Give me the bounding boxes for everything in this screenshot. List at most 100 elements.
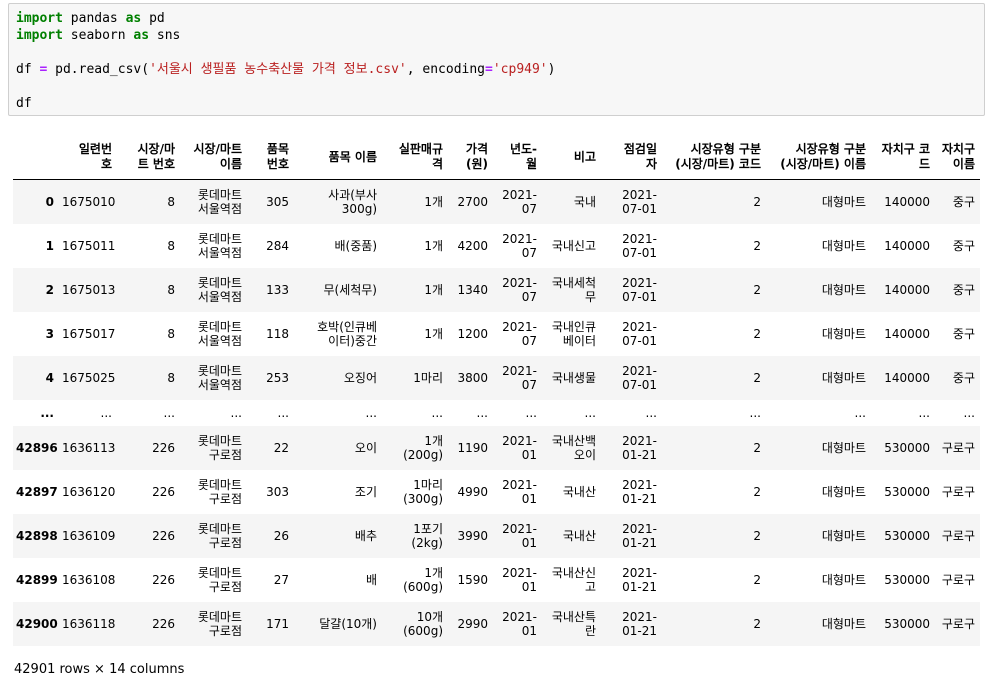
table-cell: 226 bbox=[152, 528, 175, 543]
table-cell: 2021- 07 bbox=[502, 319, 537, 348]
table-cell: 대형마트 bbox=[821, 194, 866, 209]
table-cell: 2021- 07-01 bbox=[622, 363, 657, 392]
table-cell: 26 bbox=[273, 528, 289, 543]
code-cell-input[interactable]: import pandas as pd import seaborn as sns… bbox=[8, 3, 985, 116]
table-cell: 2021- 01-21 bbox=[622, 565, 657, 594]
table-cell: 오징어 bbox=[343, 370, 377, 385]
code-token: sns bbox=[149, 28, 181, 43]
table-cell: 133 bbox=[266, 282, 289, 297]
table-cell: 대형마트 bbox=[821, 440, 866, 455]
table-cell: 롯데마트 서울역점 bbox=[197, 363, 242, 392]
table-cell: 2021- 07 bbox=[502, 231, 537, 260]
table-cell: 대형마트 bbox=[821, 238, 866, 253]
table-cell: 530000 bbox=[884, 528, 930, 543]
table-cell: ... bbox=[163, 405, 175, 420]
table-row: 0 1675010 8 롯데마트 서울역점 305 사과(부사 300g) 1개 2700 2021… bbox=[13, 179, 980, 224]
dataframe-table: 일련번 호 시장/마 트 번호 시장/마트 이름 품목 번호 품목 이름 실판매규 격 가격 (원) 년도… bbox=[13, 135, 980, 646]
table-cell: ... bbox=[277, 405, 289, 420]
table-cell: ... bbox=[645, 405, 657, 420]
table-cell: ... bbox=[749, 405, 761, 420]
code-line: import seaborn as sns bbox=[16, 27, 555, 44]
table-cell: 국내신고 bbox=[551, 238, 596, 253]
table-cell: ... bbox=[476, 405, 488, 420]
table-cell: 중구 bbox=[952, 194, 975, 209]
table-cell: 2021- 01 bbox=[502, 609, 537, 638]
table-cell: 2 bbox=[753, 440, 761, 455]
table-cell: 1마리 (300g) bbox=[403, 477, 443, 506]
table-cell: 배(중품) bbox=[334, 238, 377, 253]
table-cell: 대형마트 bbox=[821, 528, 866, 543]
table-cell: 1개 (600g) bbox=[403, 565, 443, 594]
table-cell: 530000 bbox=[884, 484, 930, 499]
table-cell: 305 bbox=[266, 194, 289, 209]
table-cell: 2021- 07-01 bbox=[622, 187, 657, 216]
column-header: 시장유형 구분 (시장/마트) 이름 bbox=[766, 135, 871, 180]
table-cell: 226 bbox=[152, 484, 175, 499]
column-header: 실판매규 격 bbox=[382, 135, 448, 180]
row-index: ... bbox=[40, 405, 54, 420]
table-cell: 303 bbox=[266, 484, 289, 499]
table-cell: 국내인큐 베이터 bbox=[551, 319, 596, 348]
table-cell: 롯데마트 구로점 bbox=[197, 433, 242, 462]
table-row: 3 1675017 8 롯데마트 서울역점 118 호박(인큐베 이터)중간 1개 1200 202… bbox=[13, 312, 980, 356]
table-cell: 롯데마트 서울역점 bbox=[197, 275, 242, 304]
table-cell: 1636113 bbox=[62, 440, 116, 455]
table-cell: 8 bbox=[167, 370, 175, 385]
table-cell: 2021- 07-01 bbox=[622, 231, 657, 260]
row-index: 42899 bbox=[16, 572, 58, 587]
table-cell: 1개 bbox=[424, 194, 443, 209]
code-editor[interactable]: import pandas as pd import seaborn as sns… bbox=[16, 10, 555, 112]
table-cell: 140000 bbox=[884, 282, 930, 297]
table-cell: 오이 bbox=[354, 440, 377, 455]
dataframe-shape-text: 42901 rows × 14 columns bbox=[14, 662, 185, 677]
column-header: 자치구 코드 bbox=[871, 135, 935, 180]
table-cell: 1개 bbox=[424, 238, 443, 253]
table-cell: 140000 bbox=[884, 194, 930, 209]
table-cell: 8 bbox=[167, 282, 175, 297]
table-cell: ... bbox=[431, 405, 443, 420]
table-cell: 1590 bbox=[457, 572, 488, 587]
table-cell: 2021- 01-21 bbox=[622, 433, 657, 462]
table-cell: 대형마트 bbox=[821, 572, 866, 587]
table-cell: 국내산 bbox=[562, 528, 596, 543]
table-cell: 국내 bbox=[573, 194, 596, 209]
table-cell: 2 bbox=[753, 194, 761, 209]
table-cell: 1636120 bbox=[62, 484, 116, 499]
table-cell: 1675010 bbox=[62, 194, 116, 209]
code-line: df = pd.read_csv('서울시 생필품 농수축산물 가격 정보.cs… bbox=[16, 61, 555, 78]
code-line: import pandas as pd bbox=[16, 10, 555, 27]
table-cell: 1마리 bbox=[413, 370, 443, 385]
table-cell: 3990 bbox=[457, 528, 488, 543]
table-cell: 140000 bbox=[884, 370, 930, 385]
table-cell: 2021- 07 bbox=[502, 363, 537, 392]
table-cell: 2021- 07-01 bbox=[622, 319, 657, 348]
table-cell: 대형마트 bbox=[821, 370, 866, 385]
table-cell: 사과(부사 300g) bbox=[328, 187, 377, 216]
table-cell: 2021- 01-21 bbox=[622, 609, 657, 638]
table-cell: ... bbox=[584, 405, 596, 420]
table-cell: 2 bbox=[753, 370, 761, 385]
column-header: 점검일 자 bbox=[601, 135, 662, 180]
table-cell: ... bbox=[230, 405, 242, 420]
table-cell: 구로구 bbox=[941, 440, 975, 455]
table-cell: 2 bbox=[753, 528, 761, 543]
table-cell: 국내세척 무 bbox=[551, 275, 596, 304]
table-cell: 2021- 01-21 bbox=[622, 477, 657, 506]
code-token: , encoding bbox=[406, 62, 486, 77]
table-cell: 1340 bbox=[457, 282, 488, 297]
table-cell: 2 bbox=[753, 238, 761, 253]
table-cell: 구로구 bbox=[941, 484, 975, 499]
row-index: 0 bbox=[45, 194, 54, 209]
index-header bbox=[13, 135, 59, 180]
table-cell: 2 bbox=[753, 616, 761, 631]
row-index: 42900 bbox=[16, 616, 58, 631]
table-cell: 대형마트 bbox=[821, 616, 866, 631]
table-cell: 2 bbox=[753, 572, 761, 587]
table-cell: 구로구 bbox=[941, 528, 975, 543]
table-row: 42896 1636113 226 롯데마트 구로점 22 오이 1개 (200g) 1190 20… bbox=[13, 425, 980, 470]
table-row: 42897 1636120 226 롯데마트 구로점 303 조기 1마리 (300g) 4990… bbox=[13, 470, 980, 514]
table-cell: 대형마트 bbox=[821, 484, 866, 499]
table-cell: 1개 (200g) bbox=[403, 433, 443, 462]
